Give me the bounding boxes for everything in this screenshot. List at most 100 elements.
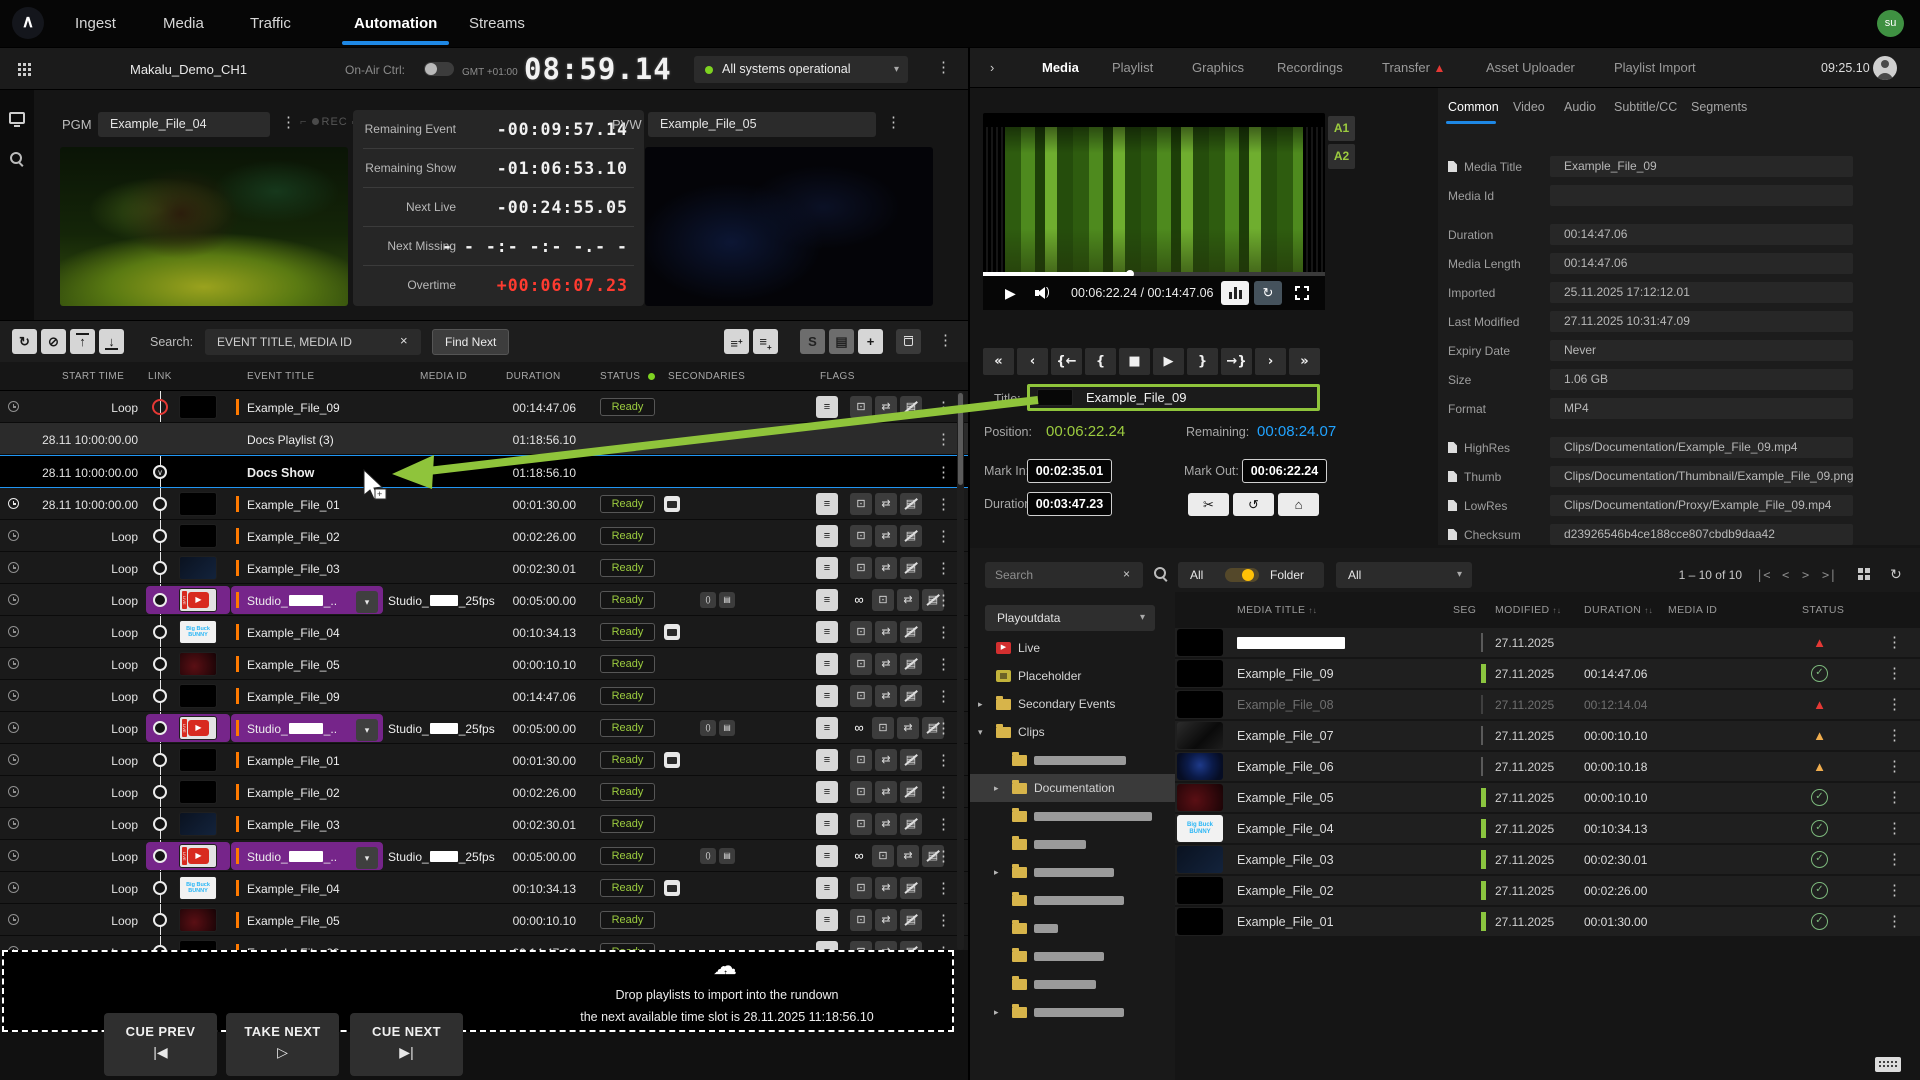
search-icon[interactable] <box>10 152 24 166</box>
mark-out-field[interactable]: 00:06:22.24 <box>1242 459 1327 483</box>
add-icon[interactable]: + <box>858 329 883 354</box>
playlist-play-icon[interactable]: ≡ <box>816 525 838 547</box>
cue-prev-button[interactable]: CUE PREV|◀ <box>104 1013 217 1076</box>
playlist-play-icon[interactable]: ≡ <box>816 941 838 950</box>
audio-secondary-icon[interactable]: () <box>700 720 716 736</box>
frame-accurate-icon[interactable]: ⊡ <box>850 941 872 950</box>
transition-icon[interactable]: ⇄ <box>897 589 919 611</box>
tree-item-folder[interactable]: ▸ <box>970 998 1175 1026</box>
row-kebab[interactable]: ⋮ <box>936 400 951 415</box>
type-filter-dropdown[interactable]: All ▾ <box>1336 562 1472 588</box>
scope-toggle[interactable]: All Folder <box>1178 562 1324 588</box>
play-icon[interactable]: ▶ <box>1005 285 1016 302</box>
browser-refresh-icon[interactable]: ↻ <box>1890 566 1902 583</box>
rundown-scrollbar[interactable] <box>957 391 964 950</box>
scroll-to-onair-icon[interactable]: ↓ <box>99 329 124 354</box>
playlist-play-icon[interactable]: ≡ <box>816 845 838 867</box>
no-script-icon[interactable]: ▤ <box>900 525 922 547</box>
transition-icon[interactable]: ⇄ <box>875 653 897 675</box>
transition-icon[interactable]: ⇄ <box>875 621 897 643</box>
device-secondary-icon[interactable] <box>664 496 680 512</box>
media-row-kebab[interactable]: ⋮ <box>1887 635 1902 650</box>
link-node[interactable] <box>153 849 167 863</box>
mcol-duration[interactable]: DURATION↑↓ <box>1584 604 1653 616</box>
add-event-top-icon[interactable]: ≡+ <box>724 329 749 354</box>
frame-accurate-icon[interactable]: ⊡ <box>850 396 872 418</box>
link-node[interactable] <box>153 721 167 735</box>
graphics-secondary-icon[interactable]: ▤ <box>719 848 735 864</box>
transport-button-3[interactable]: { <box>1085 348 1116 375</box>
channel-grid-icon[interactable] <box>18 63 21 66</box>
browser-clear-search-icon[interactable]: × <box>1123 567 1130 581</box>
page-next-icon[interactable]: > <box>1802 568 1809 582</box>
col-start-time[interactable]: START TIME <box>62 371 124 382</box>
main-nav-streams[interactable]: Streams <box>469 0 525 47</box>
link-chevron-node[interactable]: ∨ <box>153 465 167 479</box>
row-kebab[interactable]: ⋮ <box>936 689 951 704</box>
media-row[interactable]: Example_File_05 27.11.2025 00:00:10.10 ✓… <box>1175 783 1920 812</box>
media-row-kebab[interactable]: ⋮ <box>1887 728 1902 743</box>
meta-tab-subtitle-cc[interactable]: Subtitle/CC <box>1614 100 1677 114</box>
media-row[interactable]: 27.11.2025 ▲ ⋮ <box>1175 628 1920 657</box>
grid-view-icon[interactable] <box>1858 568 1863 573</box>
chevron-right-icon[interactable]: ▸ <box>994 1007 999 1018</box>
link-node[interactable] <box>153 785 167 799</box>
meta-value-media-length[interactable]: 00:14:47.06 <box>1550 253 1853 274</box>
transport-button-7[interactable]: →} <box>1221 348 1252 375</box>
row-kebab[interactable]: ⋮ <box>936 657 951 672</box>
keyboard-icon[interactable] <box>1875 1057 1901 1072</box>
meta-value-format[interactable]: MP4 <box>1550 398 1853 419</box>
no-script-icon[interactable]: ▤ <box>900 685 922 707</box>
link-node[interactable] <box>153 881 167 895</box>
live-variant-dropdown[interactable]: ▾ <box>356 719 378 741</box>
col-secondaries[interactable]: SECONDARIES <box>668 371 745 382</box>
rundown-event-row[interactable]: LoopExample_File_0500:00:10.10Ready ≡⊡ ⇄… <box>0 904 968 936</box>
delete-icon[interactable] <box>896 329 921 354</box>
browser-search-icon[interactable] <box>1154 567 1168 581</box>
fullscreen-icon[interactable] <box>1295 286 1309 300</box>
rundown-event-row[interactable]: LoopExample_File_0900:14:47.06Ready ≡⊡ ⇄… <box>0 680 968 712</box>
tree-item-folder[interactable] <box>970 970 1175 998</box>
col-flags[interactable]: FLAGS <box>820 371 855 382</box>
playlist-play-icon[interactable]: ≡ <box>816 749 838 771</box>
transition-icon[interactable]: ⇄ <box>875 941 897 950</box>
playlist-play-icon[interactable]: ≡ <box>816 396 838 418</box>
media-row-kebab[interactable]: ⋮ <box>1887 759 1902 774</box>
device-secondary-icon[interactable] <box>664 752 680 768</box>
transport-button-1[interactable]: ‹ <box>1017 348 1048 375</box>
meta-value-duration[interactable]: 00:14:47.06 <box>1550 224 1853 245</box>
loop-sync-button[interactable]: ↻ <box>1254 281 1282 305</box>
col-media-id[interactable]: MEDIA ID <box>420 371 467 382</box>
no-script-icon[interactable]: ▤ <box>900 749 922 771</box>
tree-item-secondary-events[interactable]: ▸Secondary Events <box>970 690 1175 718</box>
mcol-modified[interactable]: MODIFIED↑↓ <box>1495 604 1561 616</box>
chevron-down-icon[interactable]: ▾ <box>978 727 983 738</box>
link-node[interactable] <box>153 689 167 703</box>
link-node[interactable] <box>153 753 167 767</box>
playlist-play-icon[interactable]: ≡ <box>816 877 838 899</box>
transition-icon[interactable]: ⇄ <box>875 749 897 771</box>
rundown-event-row[interactable]: LoopLIVE▶Studio__.. ▾ Studio__25fps00:05… <box>0 840 968 872</box>
mark-in-field[interactable]: 00:02:35.01 <box>1027 459 1112 483</box>
toggle-pill[interactable] <box>1225 568 1259 582</box>
panel-tab-media[interactable]: Media <box>1042 60 1079 75</box>
tree-item-live[interactable]: ▶Live <box>970 634 1175 662</box>
frame-accurate-icon[interactable]: ⊡ <box>872 717 894 739</box>
meta-value-size[interactable]: 1.06 GB <box>1550 369 1853 390</box>
transport-button-9[interactable]: » <box>1289 348 1320 375</box>
meta-tab-common[interactable]: Common <box>1448 100 1499 114</box>
no-schedule-icon[interactable]: ⊘ <box>41 329 66 354</box>
panel-tab-playlist[interactable]: Playlist <box>1112 60 1153 75</box>
transport-button-6[interactable]: } <box>1187 348 1218 375</box>
meta-value-media-id[interactable] <box>1550 185 1853 206</box>
meta-value-expiry-date[interactable]: Never <box>1550 340 1853 361</box>
device-secondary-icon[interactable] <box>664 624 680 640</box>
system-status-dropdown[interactable]: All systems operational ▾ <box>694 56 908 83</box>
live-variant-dropdown[interactable]: ▾ <box>356 847 378 869</box>
no-script-icon[interactable]: ▤ <box>900 813 922 835</box>
rundown-event-row[interactable]: LoopBig BuckBUNNYExample_File_0400:10:34… <box>0 872 968 904</box>
rundown-event-row[interactable]: 28.11 10:00:00.00Example_File_0100:01:30… <box>0 488 968 520</box>
no-script-icon[interactable]: ▤ <box>900 557 922 579</box>
media-row-kebab[interactable]: ⋮ <box>1887 697 1902 712</box>
main-nav-media[interactable]: Media <box>163 0 204 47</box>
